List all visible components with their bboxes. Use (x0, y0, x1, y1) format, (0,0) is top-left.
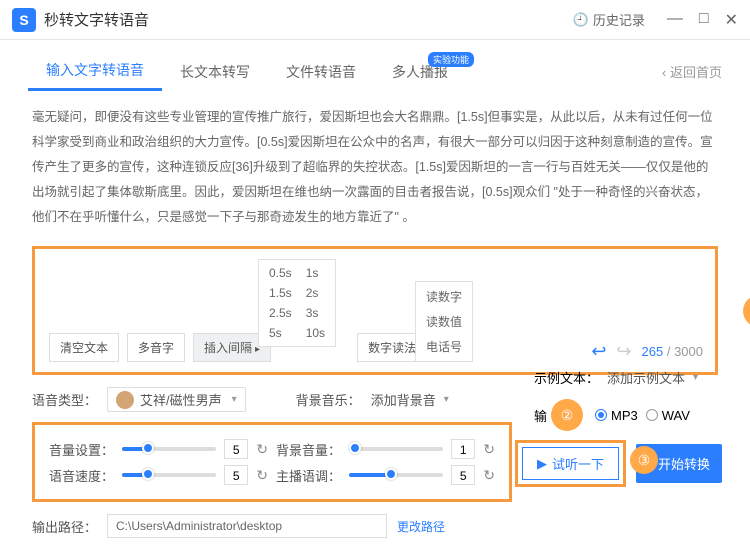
radio-wav[interactable]: WAV (646, 408, 690, 423)
add-bgm-button[interactable]: 添加背景音 ▾ (371, 390, 449, 409)
pause-5s[interactable]: 5s (269, 326, 292, 340)
digit-read-digit[interactable]: 读数字 (426, 288, 462, 305)
refresh-icon[interactable]: ↻ (256, 441, 268, 458)
pause-0.5s[interactable]: 0.5s (269, 266, 292, 280)
back-home-link[interactable]: ‹ 返回首页 (662, 62, 722, 81)
chevron-down-icon: ▾ (232, 394, 237, 405)
pause-2s[interactable]: 2s (306, 286, 325, 300)
format-label: 输 (534, 406, 547, 425)
volume-label: 音量设置： (49, 440, 114, 459)
radio-mp3[interactable]: MP3 (595, 408, 638, 423)
example-label: 示例文本： (534, 368, 599, 387)
close-button[interactable]: ✕ (725, 10, 738, 30)
chevron-down-icon: ▾ (444, 394, 449, 405)
clear-text-button[interactable]: 清空文本 (49, 333, 119, 362)
beta-badge: 实验功能 (428, 52, 474, 67)
bg-volume-slider[interactable] (349, 447, 443, 451)
refresh-icon[interactable]: ↻ (483, 441, 495, 458)
app-logo: S (12, 8, 36, 32)
tab-multi-voice[interactable]: 多人播报 实验功能 (374, 54, 466, 90)
volume-slider[interactable] (122, 447, 216, 451)
pause-3s[interactable]: 3s (306, 306, 325, 320)
example-text-row: 示例文本： 添加示例文本 ▾ (534, 368, 722, 387)
bg-volume-value[interactable]: 1 (451, 439, 475, 459)
pause-2.5s[interactable]: 2.5s (269, 306, 292, 320)
callout-1: ① (743, 295, 750, 327)
volume-value[interactable]: 5 (224, 439, 248, 459)
add-bgm-label: 添加背景音 (371, 390, 436, 409)
tab-file-tts[interactable]: 文件转语音 (268, 54, 374, 90)
callout-2: ② (551, 399, 583, 431)
output-path-row: 输出路径： 更改路径 (0, 506, 750, 546)
pitch-slider[interactable] (349, 473, 443, 477)
digit-read-value[interactable]: 读数值 (426, 313, 462, 330)
redo-icon[interactable]: ↪ (616, 341, 631, 362)
speed-value[interactable]: 5 (224, 465, 248, 485)
voice-name: 艾祥/磁性男声 (140, 390, 222, 409)
radio-icon (595, 409, 607, 421)
history-label: 历史记录 (593, 10, 645, 29)
output-format-row: 输 ② MP3 WAV (534, 399, 722, 431)
tab-long-text[interactable]: 长文本转写 (162, 54, 268, 90)
bg-volume-label: 背景音量： (276, 440, 341, 459)
maximize-button[interactable]: □ (699, 10, 709, 30)
pitch-label: 主播语调： (276, 466, 341, 485)
pause-1.5s[interactable]: 1.5s (269, 286, 292, 300)
radio-icon (646, 409, 658, 421)
clock-icon: 🕘 (573, 12, 589, 28)
preview-highlight: ▶ 试听一下 (515, 440, 626, 487)
preview-label: 试听一下 (552, 454, 604, 473)
history-button[interactable]: 🕘 历史记录 (573, 10, 645, 29)
sliders-panel: 音量设置： 5 ↻ 背景音量： 1 ↻ 语音速度： 5 ↻ 主播语调： 5 ↻ (32, 422, 512, 502)
voice-type-label: 语音类型： (32, 390, 97, 409)
char-max: / 3000 (667, 344, 703, 359)
play-icon: ▶ (537, 456, 547, 472)
polyphone-button[interactable]: 多音字 (127, 333, 185, 362)
titlebar: S 秒转文字转语音 🕘 历史记录 — □ ✕ (0, 0, 750, 40)
options-panel: ① 0.5s1s 1.5s2s 2.5s3s 5s10s 读数字 读数值 电话号… (32, 246, 718, 375)
digit-popup: 读数字 读数值 电话号 (415, 281, 473, 362)
speed-slider[interactable] (122, 473, 216, 477)
add-example-label: 添加示例文本 (607, 368, 685, 387)
output-path-input[interactable] (107, 514, 387, 538)
output-path-label: 输出路径： (32, 517, 97, 536)
char-count: 265 (642, 344, 664, 359)
preview-button[interactable]: ▶ 试听一下 (522, 447, 619, 480)
pause-popup: 0.5s 1s 1.5s 2s 2.5s 3s 5s 10s (258, 259, 336, 347)
change-path-link[interactable]: 更改路径 (397, 518, 445, 535)
minimize-button[interactable]: — (667, 10, 683, 30)
undo-icon[interactable]: ↩ (591, 341, 606, 362)
refresh-icon[interactable]: ↻ (256, 467, 268, 484)
voice-selector[interactable]: 艾祥/磁性男声 ▾ (107, 387, 246, 412)
pause-1s[interactable]: 1s (306, 266, 325, 280)
text-area[interactable]: 毫无疑问，即便没有这些专业管理的宣传推广旅行，爱因斯坦也会大名鼎鼎。[1.5s]… (0, 91, 750, 238)
callout-3: ③ (630, 446, 658, 474)
voice-avatar (116, 391, 134, 409)
app-title: 秒转文字转语音 (44, 9, 149, 30)
speed-label: 语音速度： (49, 466, 114, 485)
chevron-down-icon: ▾ (693, 372, 698, 383)
pitch-value[interactable]: 5 (451, 465, 475, 485)
add-example-button[interactable]: 添加示例文本 ▾ (607, 368, 698, 387)
tab-input-tts[interactable]: 输入文字转语音 (28, 52, 162, 91)
refresh-icon[interactable]: ↻ (483, 467, 495, 484)
tabs: 输入文字转语音 长文本转写 文件转语音 多人播报 实验功能 ‹ 返回首页 (0, 40, 750, 91)
pause-10s[interactable]: 10s (306, 326, 325, 340)
bgm-label: 背景音乐： (296, 390, 361, 409)
digit-phone[interactable]: 电话号 (426, 338, 462, 355)
